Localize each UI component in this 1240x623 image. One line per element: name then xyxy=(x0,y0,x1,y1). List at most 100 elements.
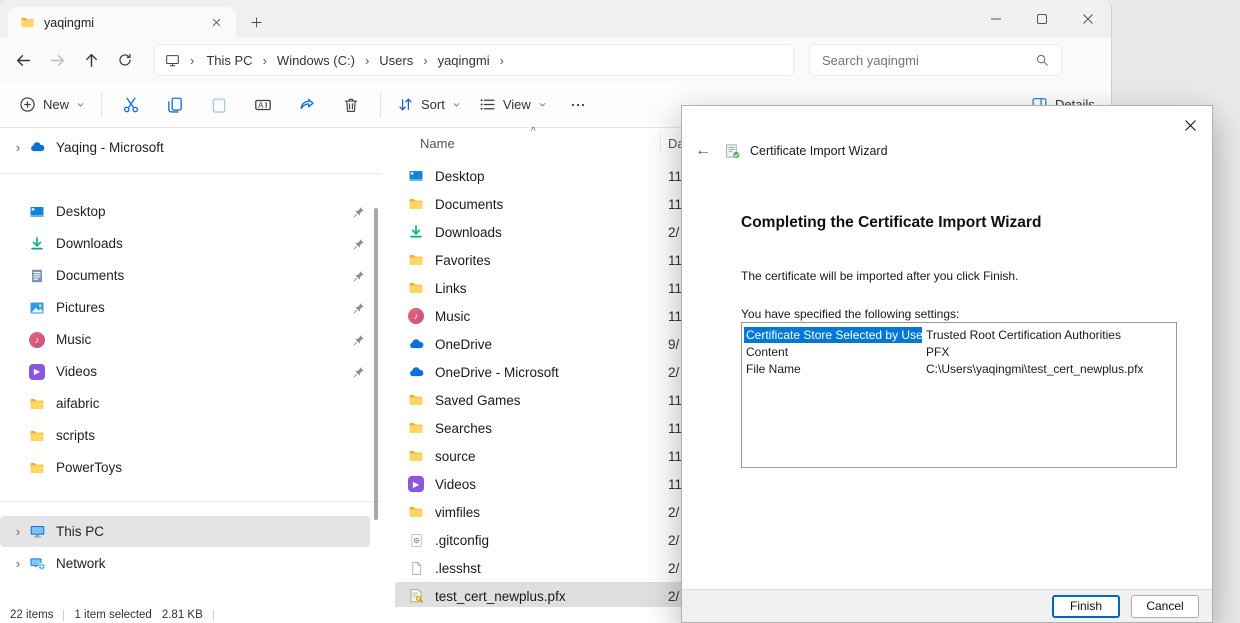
dialog-footer: Finish Cancel xyxy=(682,589,1212,622)
sort-button[interactable]: Sort xyxy=(388,89,470,120)
new-button-label: New xyxy=(43,97,69,112)
selection-size: 2.81 KB xyxy=(162,609,203,621)
dialog-header: ← Certificate Import Wizard xyxy=(695,142,888,160)
tab-title: yaqingmi xyxy=(44,16,195,30)
setting-key: File Name xyxy=(744,361,922,377)
breadcrumb-separator: › xyxy=(261,53,269,68)
sidebar-item-downloads[interactable]: Downloads xyxy=(0,228,370,259)
sidebar-item-music[interactable]: ♪Music xyxy=(0,324,370,355)
file-row-gitconfig[interactable]: .gitconfig2/ xyxy=(395,526,695,554)
sidebar-item-label: Music xyxy=(46,332,348,347)
setting-row-certificate-store-selected-by-user[interactable]: Certificate Store Selected by UserTruste… xyxy=(744,326,1174,343)
address-bar[interactable]: › This PC›Windows (C:)›Users›yaqingmi› xyxy=(154,44,794,76)
folder-icon xyxy=(407,392,425,408)
file-row-lesshst[interactable]: .lesshst2/ xyxy=(395,554,695,582)
settings-table[interactable]: Certificate Store Selected by UserTruste… xyxy=(741,322,1177,468)
sidebar-item-yaqing-microsoft[interactable]: ›Yaqing - Microsoft xyxy=(0,132,370,163)
up-icon[interactable] xyxy=(74,43,108,77)
navigation-bar: › This PC›Windows (C:)›Users›yaqingmi› S… xyxy=(0,38,1111,82)
toolbar-divider xyxy=(101,92,102,118)
view-list-icon xyxy=(479,96,496,113)
chevron-right-icon[interactable]: › xyxy=(8,556,28,571)
chevron-right-icon[interactable]: › xyxy=(8,524,28,539)
back-icon[interactable] xyxy=(6,43,40,77)
item-count: 22 items xyxy=(10,609,53,621)
setting-row-file-name[interactable]: File NameC:\Users\yaqingmi\test_cert_new… xyxy=(744,360,1174,377)
sidebar-item-pictures[interactable]: Pictures xyxy=(0,292,370,323)
sidebar-item-aifabric[interactable]: aifabric xyxy=(0,388,370,419)
file-row-videos[interactable]: ▶Videos11/ xyxy=(395,470,695,498)
tab-bar: yaqingmi xyxy=(0,0,1111,38)
setting-key: Certificate Store Selected by User xyxy=(744,327,922,343)
sidebar-item-this-pc[interactable]: ›This PC xyxy=(0,516,370,547)
breadcrumb-item-this-pc[interactable]: This PC xyxy=(198,50,260,71)
sidebar-item-label: PowerToys xyxy=(46,460,348,475)
file-row-searches[interactable]: Searches11/ xyxy=(395,414,695,442)
file-row-documents[interactable]: Documents11/ xyxy=(395,190,695,218)
file-row-links[interactable]: Links11/ xyxy=(395,274,695,302)
search-icon[interactable] xyxy=(1035,53,1049,67)
sidebar-item-label: Network xyxy=(46,556,348,571)
chevron-down-icon xyxy=(452,100,461,109)
breadcrumb-item-users[interactable]: Users xyxy=(371,50,421,71)
sidebar-item-desktop[interactable]: Desktop xyxy=(0,196,370,227)
column-header-name[interactable]: Name xyxy=(420,136,455,151)
documents-icon xyxy=(28,268,46,284)
sidebar-item-documents[interactable]: Documents xyxy=(0,260,370,291)
delete-icon[interactable] xyxy=(329,88,373,122)
sidebar-scrollbar[interactable] xyxy=(374,208,378,520)
copy-icon[interactable] xyxy=(153,88,197,122)
file-row-downloads[interactable]: Downloads2/ xyxy=(395,218,695,246)
new-tab-button[interactable] xyxy=(244,10,268,34)
sidebar-item-label: Desktop xyxy=(46,204,348,219)
dialog-close-icon[interactable] xyxy=(1176,112,1204,138)
file-date-modified: 2/ xyxy=(668,589,679,604)
chevron-right-icon[interactable]: › xyxy=(8,140,28,155)
file-row-desktop[interactable]: Desktop11/ xyxy=(395,162,695,190)
file-row-source[interactable]: source11/ xyxy=(395,442,695,470)
view-button[interactable]: View xyxy=(470,89,556,120)
tab-close-icon[interactable] xyxy=(204,11,228,35)
sidebar-item-network[interactable]: › Network xyxy=(0,548,370,579)
finish-button[interactable]: Finish xyxy=(1052,595,1120,618)
minimize-icon[interactable] xyxy=(973,0,1019,38)
file-name: Music xyxy=(425,309,470,324)
folder-icon xyxy=(407,252,425,268)
cancel-button[interactable]: Cancel xyxy=(1131,595,1199,618)
refresh-icon[interactable] xyxy=(108,43,142,77)
new-button[interactable]: New xyxy=(10,89,94,120)
explorer-tab[interactable]: yaqingmi xyxy=(8,7,236,38)
file-row-music[interactable]: ♪Music11/ xyxy=(395,302,695,330)
rename-icon[interactable]: A xyxy=(241,88,285,122)
share-icon[interactable] xyxy=(285,88,329,122)
more-options-icon[interactable] xyxy=(556,88,600,122)
sidebar-item-scripts[interactable]: scripts xyxy=(0,420,370,451)
breadcrumb-item-windows-c[interactable]: Windows (C:) xyxy=(269,50,363,71)
folder-icon xyxy=(28,460,46,476)
search-placeholder: Search yaqingmi xyxy=(822,53,919,68)
sidebar-item-videos[interactable]: ▶Videos xyxy=(0,356,370,387)
cut-icon[interactable] xyxy=(109,88,153,122)
file-row-onedrive-microsoft[interactable]: OneDrive - Microsoft2/ xyxy=(395,358,695,386)
forward-icon xyxy=(40,43,74,77)
file-row-favorites[interactable]: Favorites11/ xyxy=(395,246,695,274)
status-divider xyxy=(213,610,214,621)
close-icon[interactable] xyxy=(1065,0,1111,38)
column-divider[interactable] xyxy=(660,133,661,153)
setting-row-content[interactable]: ContentPFX xyxy=(744,343,1174,360)
dialog-back-icon[interactable]: ← xyxy=(695,142,715,160)
sidebar-item-powertoys[interactable]: PowerToys xyxy=(0,452,370,483)
this-pc-icon xyxy=(28,523,46,540)
maximize-icon[interactable] xyxy=(1019,0,1065,38)
setting-value: Trusted Root Certification Authorities xyxy=(922,328,1121,342)
folder-icon xyxy=(407,420,425,436)
file-row-vimfiles[interactable]: vimfiles2/ xyxy=(395,498,695,526)
file-row-onedrive[interactable]: OneDrive9/ xyxy=(395,330,695,358)
file-row-saved-games[interactable]: Saved Games11/ xyxy=(395,386,695,414)
breadcrumb-item-yaqingmi[interactable]: yaqingmi xyxy=(430,50,498,71)
file-row-test-cert-newplus-pfx[interactable]: test_cert_newplus.pfx2/ xyxy=(395,582,695,610)
sort-icon xyxy=(397,96,414,113)
search-box[interactable]: Search yaqingmi xyxy=(809,44,1062,76)
gear-file-icon xyxy=(407,533,425,548)
onedrive-icon xyxy=(407,336,425,353)
